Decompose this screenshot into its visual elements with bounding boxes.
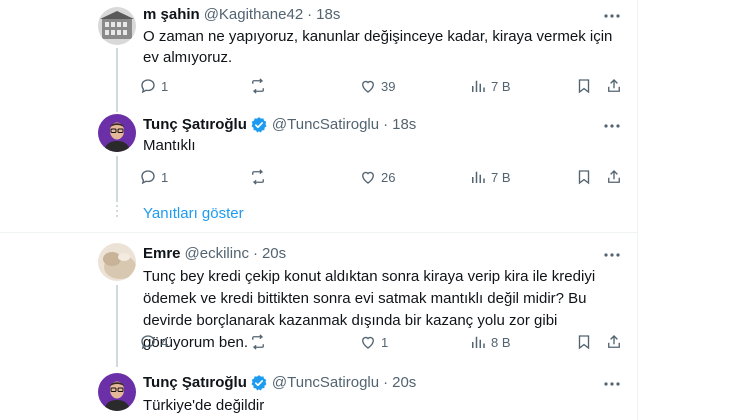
timestamp[interactable]: 20s — [262, 244, 286, 264]
bookmark-icon — [578, 335, 590, 350]
reply-button[interactable]: 1 — [139, 167, 168, 187]
share-icon — [608, 170, 620, 183]
show-replies-link[interactable]: Yanıtları göster — [143, 204, 244, 224]
avatar[interactable] — [98, 373, 136, 411]
bookmark-button[interactable] — [575, 76, 593, 96]
bookmark-button[interactable] — [575, 332, 593, 352]
reply-icon — [141, 335, 155, 350]
views-icon — [472, 336, 485, 348]
retweet-button[interactable] — [249, 332, 271, 352]
tweet-header: m şahin @Kagithane42 · 18s — [143, 5, 340, 25]
tweet-text: Türkiye'de değildir — [143, 397, 265, 414]
views-button[interactable]: 7 B — [469, 76, 511, 96]
separator-dot: · — [307, 6, 313, 23]
verified-badge-icon — [251, 117, 267, 133]
tweet-eckilinc[interactable]: Emre @eckilinc · 20s Tunç bey kredi çeki… — [0, 233, 637, 367]
author-handle[interactable]: @TuncSatiroglu — [272, 115, 379, 135]
share-icon — [608, 335, 620, 348]
separator-dot: · — [252, 245, 258, 262]
tweet-tuncsatiroglu-2[interactable]: Tunç Şatıroğlu @TuncSatiroglu · 20s Türk… — [0, 363, 637, 420]
share-icon — [608, 79, 620, 92]
reply-count: 4 — [161, 334, 169, 350]
tweet-header: Tunç Şatıroğlu @TuncSatiroglu · 20s — [143, 373, 416, 393]
avatar[interactable] — [98, 7, 136, 45]
tweet-text: O zaman ne yapıyoruz, kanunlar değişince… — [143, 28, 613, 66]
author-handle[interactable]: @eckilinc — [185, 244, 249, 264]
more-icon[interactable] — [602, 374, 622, 394]
bookmark-icon — [578, 79, 590, 94]
column-border — [637, 0, 638, 420]
like-button[interactable]: 39 — [359, 76, 395, 96]
reply-icon — [141, 170, 155, 185]
views-count: 7 B — [491, 78, 511, 94]
bookmark-icon — [578, 170, 590, 185]
like-icon — [362, 336, 374, 349]
reply-button[interactable]: 1 — [139, 76, 168, 96]
action-bar: 4 1 8 B — [135, 332, 625, 352]
more-icon[interactable] — [602, 6, 622, 26]
separator-dot: · — [383, 374, 389, 391]
like-count: 39 — [381, 78, 396, 94]
timestamp[interactable]: 18s — [316, 5, 340, 25]
tweet-kagithane42[interactable]: m şahin @Kagithane42 · 18s O zaman ne ya… — [0, 0, 637, 112]
reply-icon — [141, 79, 155, 94]
verified-badge-icon — [251, 375, 267, 391]
like-button[interactable]: 1 — [359, 332, 388, 352]
retweet-icon — [252, 169, 264, 185]
author-handle[interactable]: @Kagithane42 — [204, 5, 303, 25]
avatar[interactable] — [98, 243, 136, 281]
reply-button[interactable]: 4 — [139, 332, 168, 352]
tweet-text: Mantıklı — [143, 137, 196, 154]
tweet-header: Emre @eckilinc · 20s — [143, 244, 286, 264]
timestamp[interactable]: 20s — [392, 373, 416, 393]
action-bar: 1 39 7 B — [135, 76, 625, 96]
like-icon — [362, 80, 374, 93]
author-name[interactable]: m şahin — [143, 5, 200, 25]
views-count: 8 B — [491, 334, 511, 350]
like-count: 26 — [381, 169, 396, 185]
thread-connector — [116, 285, 118, 367]
author-name[interactable]: Tunç Şatıroğlu — [143, 115, 247, 135]
retweet-icon — [252, 334, 264, 350]
views-icon — [472, 80, 485, 92]
more-icon[interactable] — [602, 245, 622, 265]
reply-count: 1 — [161, 169, 169, 185]
thread-dots — [116, 205, 118, 220]
views-button[interactable]: 7 B — [469, 167, 511, 187]
views-icon — [472, 171, 485, 183]
bookmark-button[interactable] — [575, 167, 593, 187]
like-icon — [362, 171, 374, 184]
tweet-header: Tunç Şatıroğlu @TuncSatiroglu · 18s — [143, 115, 416, 135]
tweet-tuncsatiroglu-1[interactable]: Tunç Şatıroğlu @TuncSatiroglu · 18s Mant… — [0, 100, 637, 202]
reply-thread: m şahin @Kagithane42 · 18s O zaman ne ya… — [0, 0, 730, 420]
like-button[interactable]: 26 — [359, 167, 395, 187]
views-count: 7 B — [491, 169, 511, 185]
author-name[interactable]: Tunç Şatıroğlu — [143, 373, 247, 393]
share-button[interactable] — [605, 76, 623, 96]
like-count: 1 — [381, 334, 389, 350]
views-button[interactable]: 8 B — [469, 332, 511, 352]
share-button[interactable] — [605, 167, 623, 187]
action-bar: 1 26 7 B — [135, 167, 625, 187]
thread-connector — [116, 156, 118, 202]
timestamp[interactable]: 18s — [392, 115, 416, 135]
retweet-button[interactable] — [249, 76, 271, 96]
share-button[interactable] — [605, 332, 623, 352]
separator-dot: · — [383, 116, 389, 133]
author-handle[interactable]: @TuncSatiroglu — [272, 373, 379, 393]
author-name[interactable]: Emre — [143, 244, 181, 264]
retweet-button[interactable] — [249, 167, 271, 187]
avatar[interactable] — [98, 114, 136, 152]
more-icon[interactable] — [602, 116, 622, 136]
reply-count: 1 — [161, 78, 169, 94]
retweet-icon — [252, 78, 264, 94]
